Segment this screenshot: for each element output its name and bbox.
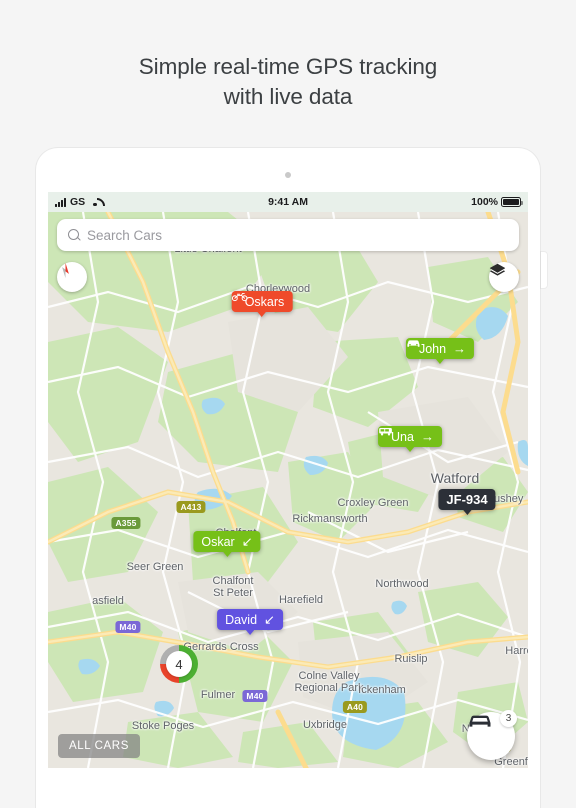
cluster-count: 4	[166, 651, 192, 677]
marker-label: JF-934	[446, 492, 488, 507]
marker-pointer	[245, 629, 255, 635]
marker-direction-arrow-icon: →	[453, 341, 467, 356]
marker-label: John	[418, 341, 447, 356]
vehicle-count-badge: 3	[500, 710, 517, 727]
marker-pointer	[222, 551, 232, 557]
status-bar: GS 9:41 AM 100%	[48, 192, 528, 212]
search-bar[interactable]: Search Cars	[57, 219, 519, 251]
marker-label: Una	[391, 429, 414, 444]
vehicle-marker-oskar[interactable]: Oskar ↙	[193, 531, 261, 557]
road-shield: M40	[242, 690, 268, 702]
search-icon	[68, 229, 80, 241]
all-cars-button[interactable]: ALL CARS	[58, 734, 140, 758]
road-shield: A355	[111, 517, 141, 529]
marker-direction-arrow-icon: ↙	[264, 612, 275, 627]
cluster-marker[interactable]: 4	[160, 645, 198, 683]
layers-button[interactable]	[489, 262, 519, 292]
vehicle-list-button[interactable]: 3	[467, 710, 517, 760]
marker-pointer	[257, 311, 267, 317]
vehicle-marker-jf-934[interactable]: JF-934	[438, 489, 496, 515]
marker-pointer	[434, 358, 445, 364]
front-camera-dot	[285, 172, 291, 178]
vehicle-marker-david[interactable]: David ↙	[217, 609, 283, 635]
car-icon	[469, 715, 491, 727]
marker-label: David	[225, 612, 258, 627]
vehicle-marker-una[interactable]: Una →	[378, 426, 442, 452]
compass-icon	[62, 262, 69, 279]
page-title: Simple real-time GPS tracking with live …	[0, 52, 576, 112]
road-shield: A40	[342, 701, 368, 713]
headline-line-2: with live data	[223, 84, 353, 109]
marker-pointer	[405, 446, 415, 452]
marker-pointer	[461, 509, 472, 515]
marker-direction-arrow-icon: ↙	[241, 534, 253, 549]
status-bar-time: 9:41 AM	[268, 196, 308, 208]
vehicle-marker-john[interactable]: John →	[405, 338, 475, 364]
marker-label: Oskars	[244, 294, 285, 309]
battery-percent-label: 100%	[471, 196, 498, 208]
compass-button[interactable]	[57, 262, 87, 292]
battery-full-icon	[501, 197, 523, 207]
marker-label: Oskar	[201, 534, 235, 549]
marker-direction-arrow-icon: →	[420, 429, 434, 444]
map-canvas[interactable]: AmershamLittle ChalfontChorleywoodWatfor…	[48, 212, 528, 768]
headline-line-1: Simple real-time GPS tracking	[138, 54, 438, 79]
layers-stack-icon	[489, 263, 506, 276]
device-screen: GS 9:41 AM 100% Chorleywood Watford Bush…	[48, 192, 528, 768]
vehicle-marker-oskars[interactable]: Oskars	[231, 291, 293, 317]
road-shield: M40	[115, 621, 141, 633]
device-side-button	[541, 252, 547, 288]
road-shield: A413	[176, 501, 206, 513]
search-input[interactable]: Search Cars	[87, 228, 162, 243]
